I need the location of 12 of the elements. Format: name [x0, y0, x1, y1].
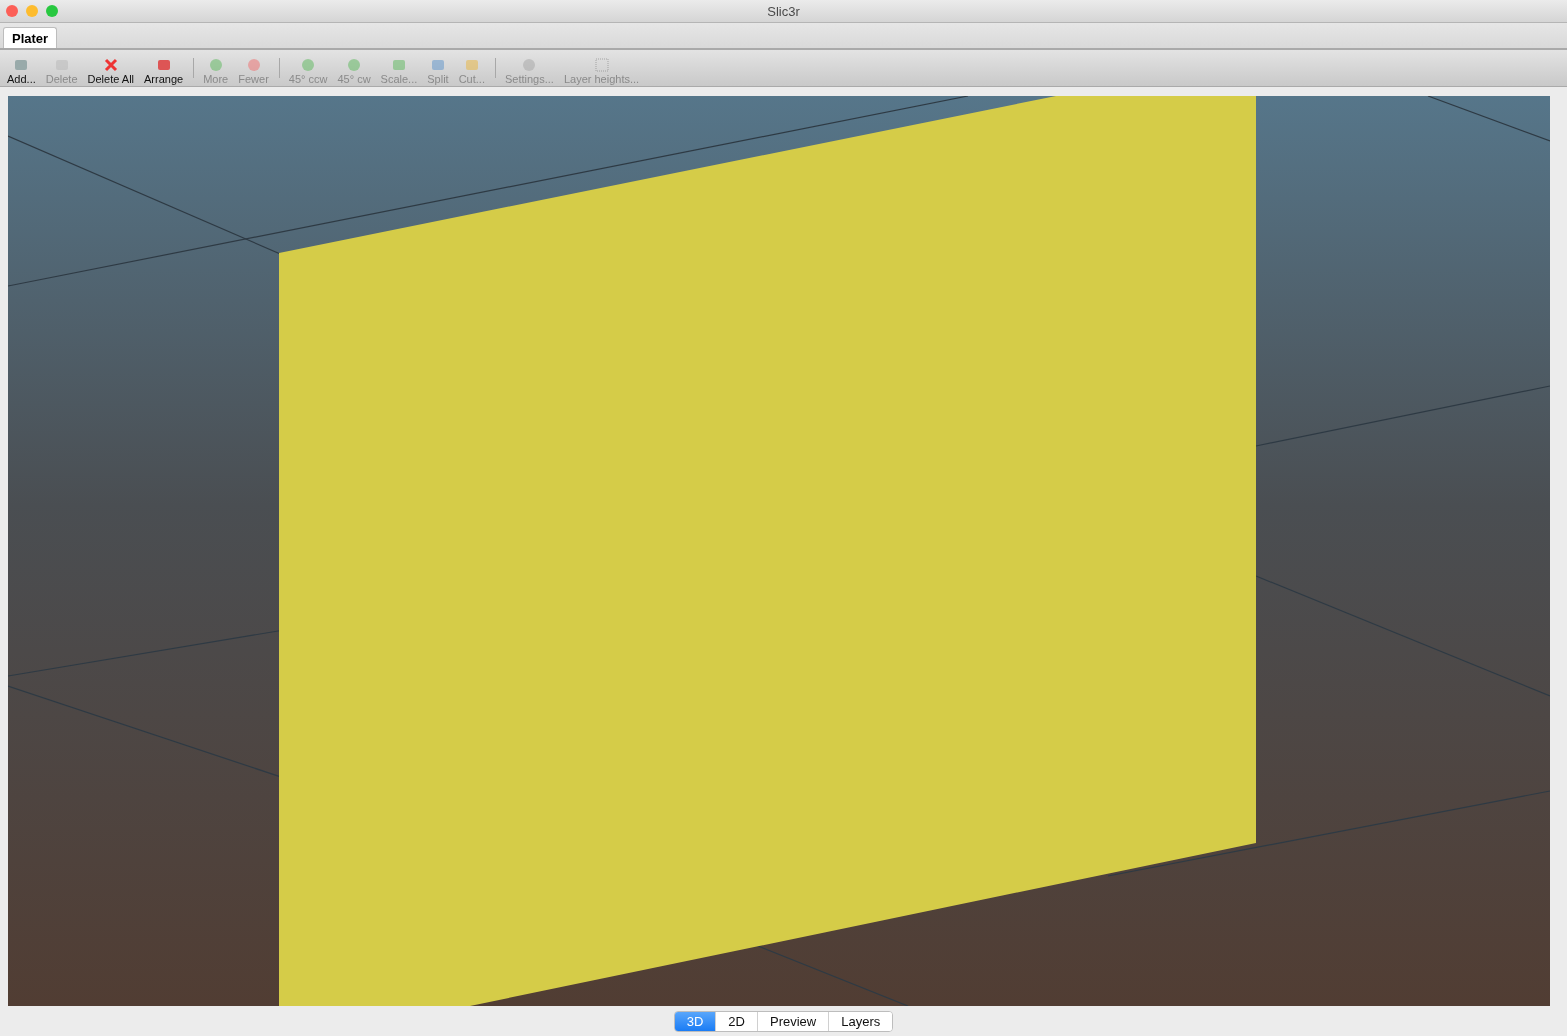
toolbar-button[interactable]: Add...: [2, 50, 41, 86]
window-title: Slic3r: [767, 3, 800, 19]
close-button[interactable]: [6, 5, 18, 17]
view-mode-tab[interactable]: Layers: [828, 1011, 893, 1031]
delete-all-icon: [102, 58, 119, 72]
model-plane[interactable]: [279, 96, 1256, 1006]
minimize-button[interactable]: [26, 5, 38, 17]
toolbar-button[interactable]: Delete All: [82, 50, 140, 86]
tab[interactable]: Plater: [3, 27, 58, 48]
toolbar-button[interactable]: Arrange: [139, 50, 189, 86]
zoom-button[interactable]: [46, 5, 58, 17]
view-mode-tab[interactable]: 3D: [674, 1011, 716, 1031]
